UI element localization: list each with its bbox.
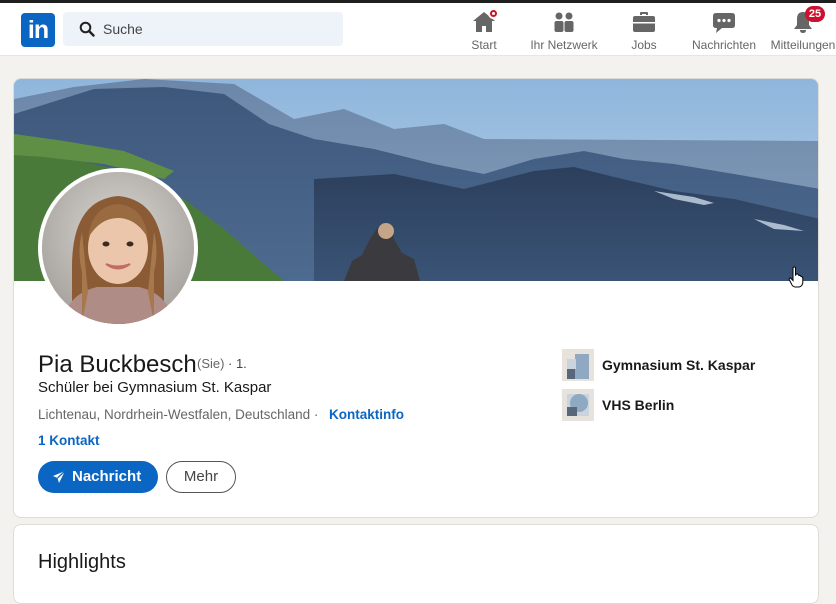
nav-item-start[interactable]: Start bbox=[466, 7, 502, 53]
nav-label-start: Start bbox=[471, 38, 497, 52]
global-nav: in Start Ihr Netzwerk bbox=[0, 3, 836, 56]
home-icon bbox=[472, 8, 499, 34]
profile-card: Pia Buckbesch (Sie) · 1. Schüler bei Gym… bbox=[13, 78, 819, 518]
network-icon bbox=[552, 10, 576, 34]
notifications-count-badge: 25 bbox=[805, 6, 825, 22]
pronoun-label: (Sie) bbox=[197, 356, 225, 371]
message-button-label: Nachricht bbox=[72, 468, 142, 485]
connections-link[interactable]: 1 Kontakt bbox=[38, 433, 100, 448]
linkedin-logo[interactable]: in bbox=[21, 13, 55, 47]
profile-name: Pia Buckbesch bbox=[38, 351, 197, 378]
profile-headline: Schüler bei Gymnasium St. Kaspar bbox=[38, 379, 272, 396]
nav-label-jobs: Jobs bbox=[631, 38, 657, 52]
send-icon bbox=[53, 470, 66, 483]
nav-item-notifications[interactable]: 25 Mitteilungen bbox=[770, 6, 836, 53]
org-name: Gymnasium St. Kaspar bbox=[602, 357, 756, 373]
bell-icon: 25 bbox=[791, 6, 825, 34]
contact-info-link[interactable]: Kontaktinfo bbox=[329, 407, 404, 422]
profile-location: Lichtenau, Nordrhein-Westfalen, Deutschl… bbox=[38, 407, 319, 422]
briefcase-icon bbox=[632, 10, 656, 34]
search-box[interactable] bbox=[63, 12, 343, 46]
search-icon bbox=[79, 21, 95, 37]
org-name: VHS Berlin bbox=[602, 397, 675, 413]
nav-label-network: Ihr Netzwerk bbox=[530, 38, 598, 52]
highlights-title: Highlights bbox=[38, 551, 126, 573]
new-activity-dot bbox=[488, 8, 499, 19]
nav-item-network[interactable]: Ihr Netzwerk bbox=[526, 7, 602, 53]
messaging-icon bbox=[712, 10, 736, 34]
nav-item-messaging[interactable]: Nachrichten bbox=[688, 7, 760, 53]
nav-label-messaging: Nachrichten bbox=[691, 38, 757, 52]
connection-degree: · 1. bbox=[228, 356, 247, 371]
hand-cursor-icon bbox=[788, 266, 804, 288]
profile-avatar[interactable] bbox=[38, 168, 198, 328]
highlights-card: Highlights bbox=[13, 524, 819, 604]
school-logo-icon bbox=[562, 349, 594, 381]
search-input[interactable] bbox=[103, 12, 333, 46]
nav-label-notifications: Mitteilungen bbox=[770, 38, 836, 52]
school-logo-icon bbox=[562, 389, 594, 421]
nav-item-jobs[interactable]: Jobs bbox=[626, 7, 662, 53]
message-button[interactable]: Nachricht bbox=[38, 461, 158, 493]
more-button[interactable]: Mehr bbox=[166, 461, 236, 493]
